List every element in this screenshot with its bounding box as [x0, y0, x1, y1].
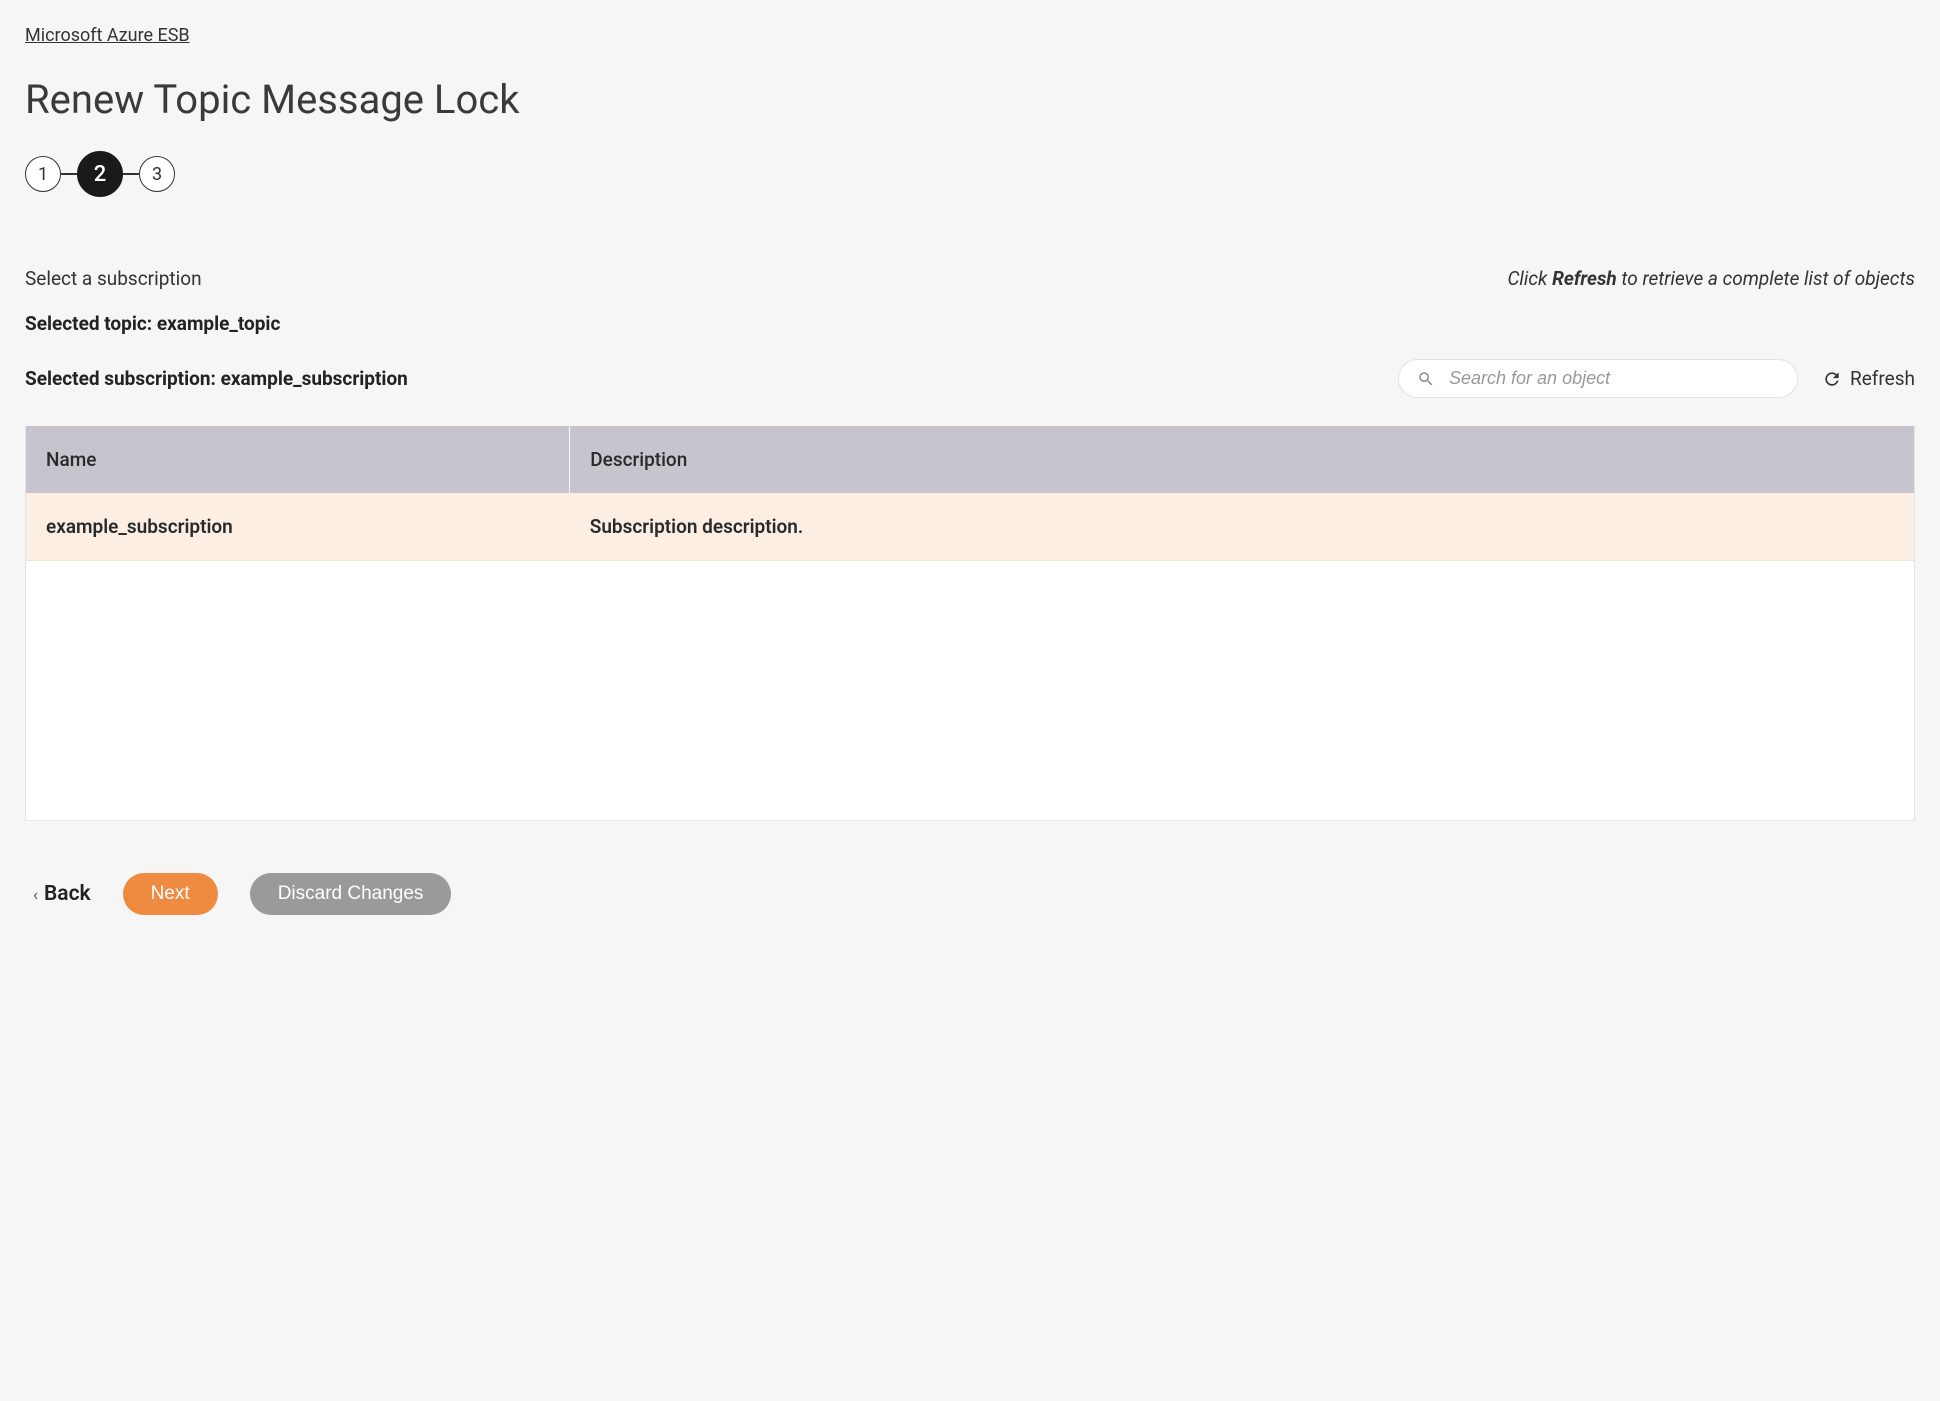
- step-connector: [61, 173, 77, 175]
- search-input[interactable]: [1449, 368, 1779, 389]
- refresh-icon: [1822, 369, 1842, 389]
- back-label: Back: [44, 882, 91, 906]
- subscription-table-container: Name Description example_subscription Su…: [25, 426, 1915, 821]
- step-3[interactable]: 3: [139, 156, 175, 192]
- step-2[interactable]: 2: [77, 151, 123, 197]
- subscription-table: Name Description example_subscription Su…: [26, 426, 1914, 561]
- discard-changes-button[interactable]: Discard Changes: [250, 873, 452, 915]
- footer: ‹ Back Next Discard Changes: [25, 873, 1915, 915]
- select-subscription-label: Select a subscription: [25, 267, 202, 290]
- back-button[interactable]: ‹ Back: [33, 882, 91, 906]
- hint-suffix: to retrieve a complete list of objects: [1617, 267, 1915, 290]
- page-title: Renew Topic Message Lock: [25, 76, 1915, 123]
- refresh-label: Refresh: [1850, 367, 1915, 390]
- table-header-name[interactable]: Name: [26, 426, 570, 493]
- step-connector: [123, 173, 139, 175]
- breadcrumb-link[interactable]: Microsoft Azure ESB: [25, 25, 190, 46]
- table-cell-name: example_subscription: [26, 493, 570, 561]
- stepper: 1 2 3: [25, 151, 1915, 197]
- chevron-left-icon: ‹: [33, 885, 38, 904]
- table-cell-description: Subscription description.: [570, 493, 1914, 561]
- refresh-hint: Click Refresh to retrieve a complete lis…: [1507, 267, 1915, 290]
- hint-bold: Refresh: [1552, 267, 1617, 290]
- search-icon: [1417, 370, 1435, 388]
- next-button[interactable]: Next: [123, 873, 218, 915]
- hint-prefix: Click: [1507, 267, 1552, 290]
- search-box[interactable]: [1398, 359, 1798, 398]
- step-1[interactable]: 1: [25, 156, 61, 192]
- refresh-button[interactable]: Refresh: [1822, 367, 1915, 390]
- selected-subscription-label: Selected subscription: example_subscript…: [25, 367, 408, 390]
- table-row[interactable]: example_subscription Subscription descri…: [26, 493, 1914, 561]
- table-header-description[interactable]: Description: [570, 426, 1914, 493]
- selected-topic-label: Selected topic: example_topic: [25, 312, 1915, 335]
